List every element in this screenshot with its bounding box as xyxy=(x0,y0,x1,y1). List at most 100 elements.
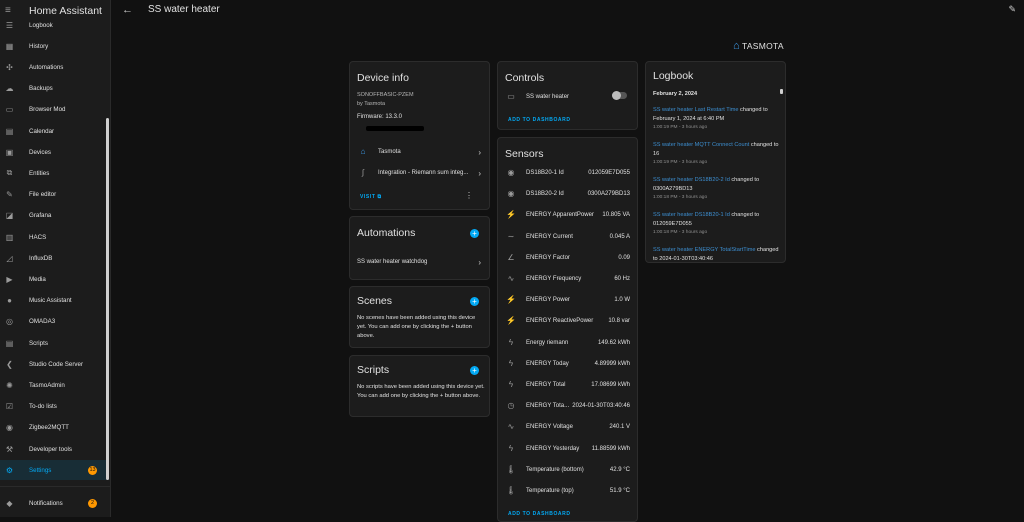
sensor-value: 240.1 V xyxy=(609,424,630,431)
sensor-row[interactable]: ϟ ENERGY Total 17.08699 kWh xyxy=(498,375,637,396)
sidebar-item-browser-mod[interactable]: ▭ Browser Mod xyxy=(0,100,109,120)
sidebar-item-notifications[interactable]: ◆ Notifications 2 xyxy=(0,493,109,513)
sensor-row[interactable]: ϟ ENERGY Today 4.89999 kWh xyxy=(498,354,637,375)
sidebar-item-logbook[interactable]: ☰ Logbook xyxy=(0,17,109,35)
add-automation-button[interactable]: + xyxy=(470,229,479,238)
todo-lists-icon: ☑ xyxy=(5,402,14,412)
logbook-entity-link[interactable]: SS water heater MQTT Connect Count xyxy=(653,142,749,148)
sidebar-item-tasmoadmin[interactable]: ✺ TasmoAdmin xyxy=(0,375,109,395)
device-info-title: Device info xyxy=(357,72,409,84)
sensor-name: ENERGY Power xyxy=(526,297,570,304)
sidebar-item-settings[interactable]: ⚙ Settings 13 xyxy=(0,460,109,481)
flash-icon: ⚡ xyxy=(506,316,516,326)
sensor-value: 51.9 °C xyxy=(609,488,630,494)
toggle-knob xyxy=(612,91,621,100)
sensor-value: 10.8 var xyxy=(608,318,630,325)
lightning-icon: ϟ xyxy=(508,380,514,389)
logbook-title: Logbook xyxy=(653,70,694,82)
edit-pencil-icon[interactable]: ✎ xyxy=(1008,4,1016,15)
sensor-row[interactable]: ∼ ENERGY Current 0.045 A xyxy=(498,227,637,248)
sidebar-item-developer-tools[interactable]: ⚒ Developer tools xyxy=(0,439,109,459)
sidebar-item-grafana[interactable]: ◪ Grafana xyxy=(0,206,109,226)
logbook-entity-link[interactable]: SS water heater DS18B20-1 Id xyxy=(653,212,730,218)
automations-icon: ✣ xyxy=(6,62,13,72)
sidebar-item-label: History xyxy=(29,42,49,50)
logbook-date: February 2, 2024 xyxy=(653,91,698,97)
tasmota-brand: ⌂ TASMOTA xyxy=(733,40,784,52)
device-link-tasmota[interactable]: ⌂ Tasmota › xyxy=(350,142,489,163)
influxdb-icon: ◿ xyxy=(6,253,13,263)
logbook-entity-link[interactable]: SS water heater DS18B20-2 Id xyxy=(653,177,730,183)
sensor-name: ENERGY Factor xyxy=(526,254,570,261)
sidebar-item-studio-code-server[interactable]: ❮ Studio Code Server xyxy=(0,354,109,374)
sidebar-item-calendar[interactable]: ▤ Calendar xyxy=(0,121,109,141)
sensor-row[interactable]: ◉ DS18B20-1 Id 012059E7D055 xyxy=(498,163,637,184)
sensor-row[interactable]: ◉ DS18B20-2 Id 0300A279BD13 xyxy=(498,184,637,205)
chevron-right-icon: › xyxy=(478,258,481,267)
device-link-integration[interactable]: ∫ Integration - Riemann sum integ... › xyxy=(350,163,489,184)
sidebar: ≡ Home Assistant ☰ Logbook ▦ History ✣ Automa… xyxy=(0,0,111,517)
sensor-row[interactable]: ϟ Energy riemann 149.62 kWh xyxy=(498,333,637,354)
sidebar-item-media[interactable]: ▶ Media xyxy=(0,269,109,289)
sensor-row[interactable]: 🌡 Temperature (bottom) 42.9 °C xyxy=(498,460,637,481)
logbook-entity-link[interactable]: SS water heater ENERGY TotalStartTime xyxy=(653,247,756,253)
sensor-row[interactable]: ∿ ENERGY Voltage 240.1 V xyxy=(498,417,637,438)
notifications-badge: 2 xyxy=(88,498,97,508)
sidebar-item-history[interactable]: ▦ History xyxy=(0,36,109,56)
automation-item[interactable]: SS water heater watchdog › xyxy=(350,252,489,273)
sensor-row[interactable]: ⚡ ENERGY ApparentPower 10.805 VA xyxy=(498,205,637,226)
sidebar-item-devices[interactable]: ▣ Devices xyxy=(0,142,109,162)
zigbee2mqtt-icon: ◉ xyxy=(6,423,13,433)
sidebar-item-label: Entities xyxy=(29,169,50,177)
logbook-time: 1:00:19 PM - 3 hours ago xyxy=(653,160,708,165)
back-arrow-icon[interactable]: ← xyxy=(122,4,133,16)
sensor-row[interactable]: ∿ ENERGY Frequency 60 Hz xyxy=(498,269,637,290)
sidebar-item-influxdb[interactable]: ◿ InfluxDB xyxy=(0,248,109,268)
sensor-value: 0300A279BD13 xyxy=(587,191,630,198)
sensor-row[interactable]: ⚡ ENERGY ReactivePower 10.8 var xyxy=(498,311,637,332)
sidebar-item-to-do-lists[interactable]: ☑ To-do lists xyxy=(0,397,109,417)
sidebar-item-file-editor[interactable]: ✎ File editor xyxy=(0,185,109,205)
sidebar-item-scripts[interactable]: ▤ Scripts xyxy=(0,333,109,353)
controls-add-to-dashboard[interactable]: ADD TO DASHBOARD xyxy=(508,117,571,123)
sensors-add-to-dashboard[interactable]: ADD TO DASHBOARD xyxy=(508,511,571,517)
add-scene-button[interactable]: + xyxy=(470,297,479,306)
water-heater-toggle[interactable] xyxy=(612,91,627,100)
sensor-name: DS18B20-2 Id xyxy=(526,191,564,198)
developer-tools-icon: ⚒ xyxy=(5,444,14,454)
logbook-entry: SS water heater DS18B20-1 Id changed to … xyxy=(653,211,780,237)
logbook-icon: ☰ xyxy=(5,20,14,30)
sidebar-item-hacs[interactable]: ▥ HACS xyxy=(0,227,109,247)
logbook-entity-link[interactable]: SS water heater Last Restart Time xyxy=(653,107,739,113)
sensor-row[interactable]: ◷ ENERGY Tota... 2024-01-30T03:40:46 xyxy=(498,396,637,417)
sensor-row[interactable]: 🌡 Temperature (top) 51.9 °C xyxy=(498,481,637,502)
sensor-value: 11.88599 kWh xyxy=(591,445,630,452)
scenes-title: Scenes xyxy=(357,295,393,307)
sidebar-scrollbar[interactable] xyxy=(106,118,109,480)
devices-icon: ▣ xyxy=(5,147,14,157)
sidebar-item-omada3[interactable]: ◎ OMADA3 xyxy=(0,312,109,332)
sidebar-item-label: Settings xyxy=(29,466,52,474)
browser-mod-icon: ▭ xyxy=(5,105,14,115)
sensor-row[interactable]: ⚡ ENERGY Power 1.0 W xyxy=(498,290,637,311)
add-script-button[interactable]: + xyxy=(470,366,479,375)
grafana-icon: ◪ xyxy=(5,211,14,221)
sidebar-item-backups[interactable]: ☁ Backups xyxy=(0,79,109,99)
sensors-title: Sensors xyxy=(505,148,544,160)
sidebar-item-music-assistant[interactable]: ● Music Assistant xyxy=(0,291,109,311)
sidebar-item-label: HACS xyxy=(29,233,47,241)
sidebar-item-label: Automations xyxy=(29,63,64,71)
sensor-row[interactable]: ∠ ENERGY Factor 0.09 xyxy=(498,248,637,269)
more-vertical-icon[interactable]: ⋮ xyxy=(465,191,473,200)
history-icon: ▦ xyxy=(5,41,14,51)
sidebar-item-entities[interactable]: ⧉ Entities xyxy=(0,163,109,183)
visit-link[interactable]: VISIT ⧉ xyxy=(360,194,382,200)
logbook-scrollbar[interactable] xyxy=(780,89,783,94)
sidebar-list[interactable]: ☰ Logbook ▦ History ✣ Automations ☁ Backups ▭ Bro… xyxy=(0,17,111,483)
menu-icon[interactable]: ≡ xyxy=(5,5,23,16)
sidebar-item-automations[interactable]: ✣ Automations xyxy=(0,57,109,77)
sidebar-item-zigbee2mqtt[interactable]: ◉ Zigbee2MQTT xyxy=(0,418,109,438)
sensor-row[interactable]: ϟ ENERGY Yesterday 11.88599 kWh xyxy=(498,439,637,460)
brand-name: TASMOTA xyxy=(741,41,784,51)
sensor-value: 4.89999 kWh xyxy=(594,360,630,367)
